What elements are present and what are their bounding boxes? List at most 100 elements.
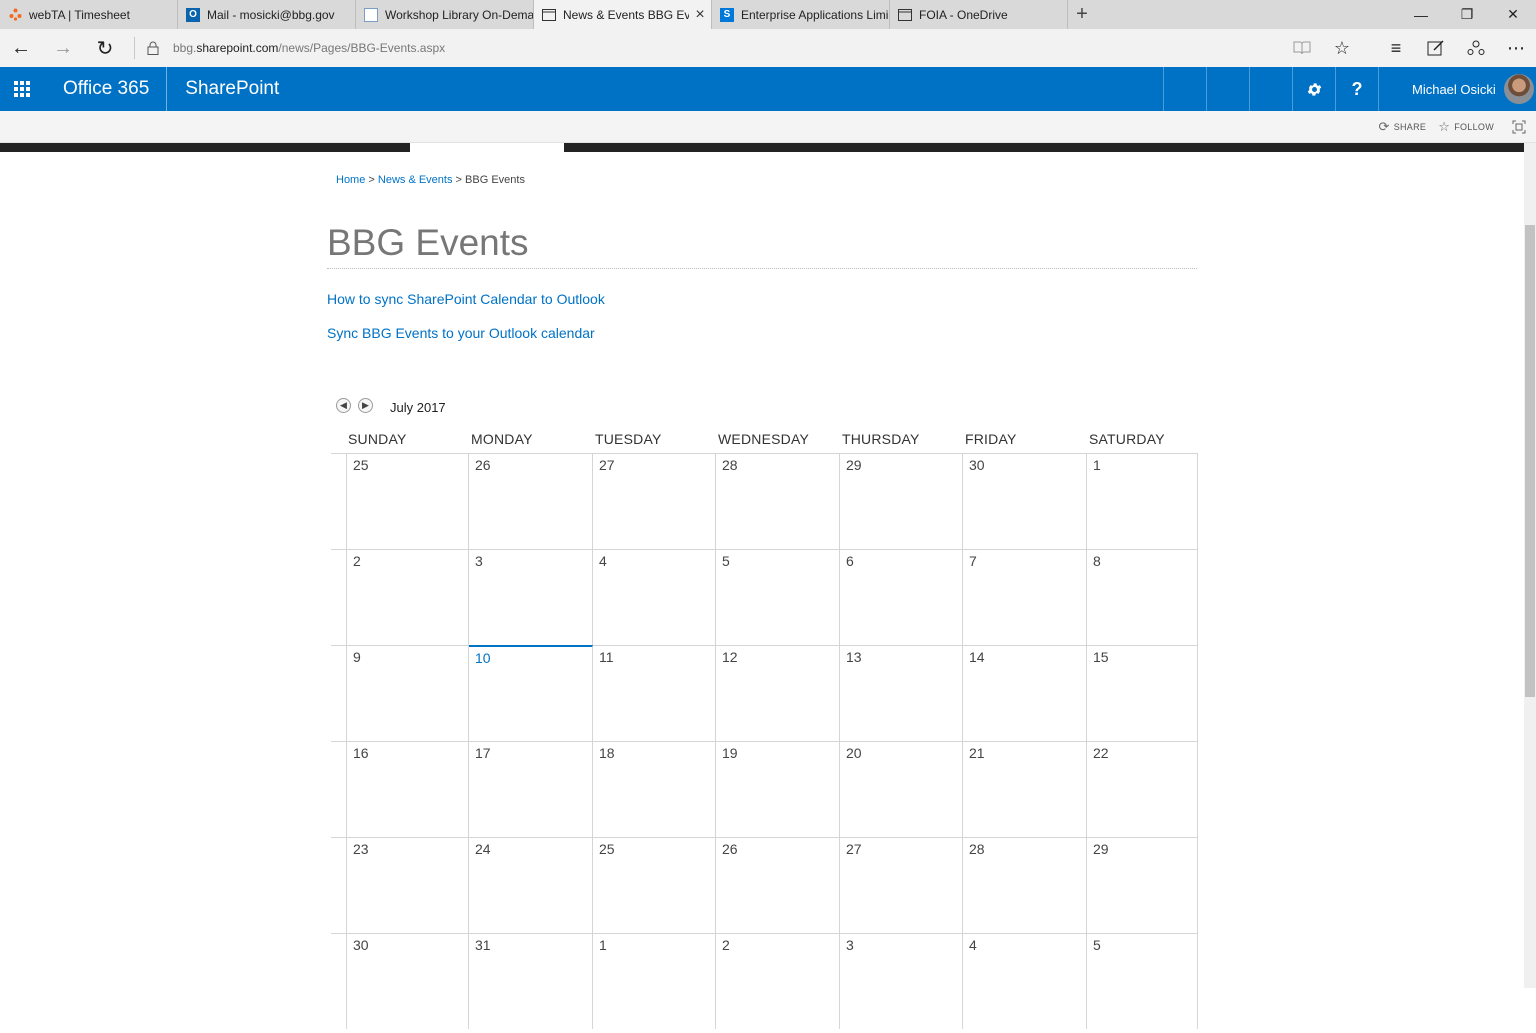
calendar-day-cell[interactable]: 28 (716, 453, 840, 549)
calendar-day-number[interactable]: 7 (969, 553, 977, 569)
calendar-day-cell[interactable]: 13 (840, 645, 963, 741)
close-window-icon[interactable]: ✕ (1490, 0, 1536, 29)
breadcrumb-news-link[interactable]: News & Events (378, 174, 453, 186)
calendar-day-number[interactable]: 21 (969, 745, 985, 761)
calendar-day-cell[interactable]: 3 (469, 549, 593, 645)
favorite-star-icon[interactable]: ☆ (1322, 29, 1362, 67)
calendar-day-cell[interactable]: 4 (593, 549, 716, 645)
share-button[interactable]: ⟳ SHARE (1379, 119, 1427, 135)
reading-view-icon[interactable] (1282, 29, 1322, 67)
calendar-day-number[interactable]: 26 (722, 841, 738, 857)
calendar-day-cell[interactable]: 2 (346, 549, 469, 645)
calendar-day-number[interactable]: 8 (1093, 553, 1101, 569)
calendar-day-number[interactable]: 27 (846, 841, 862, 857)
close-icon[interactable]: × (689, 6, 711, 24)
browser-tab-workshop[interactable]: Workshop Library On-Dema (356, 0, 534, 29)
follow-button[interactable]: ☆ FOLLOW (1438, 119, 1494, 135)
calendar-day-cell[interactable]: 19 (716, 741, 840, 837)
calendar-day-number[interactable]: 4 (599, 553, 607, 569)
calendar-day-cell[interactable]: 30 (346, 933, 469, 1029)
calendar-day-cell[interactable]: 12 (716, 645, 840, 741)
calendar-day-cell[interactable]: 14 (963, 645, 1087, 741)
browser-tab-mail[interactable]: O Mail - mosicki@bbg.gov (178, 0, 356, 29)
calendar-day-cell[interactable]: 5 (1087, 933, 1198, 1029)
calendar-day-cell[interactable]: 18 (593, 741, 716, 837)
calendar-day-number[interactable]: 19 (722, 745, 738, 761)
calendar-day-cell[interactable]: 5 (716, 549, 840, 645)
calendar-day-number[interactable]: 14 (969, 649, 985, 665)
browser-tab-enterprise[interactable]: S Enterprise Applications Limi (712, 0, 890, 29)
more-icon[interactable]: ⋯ (1496, 29, 1536, 67)
calendar-day-number[interactable]: 25 (353, 457, 369, 473)
calendar-day-number[interactable]: 2 (353, 553, 361, 569)
calendar-day-number[interactable]: 4 (969, 937, 977, 953)
calendar-day-cell[interactable]: 6 (840, 549, 963, 645)
calendar-day-number[interactable]: 3 (846, 937, 854, 953)
calendar-day-cell[interactable]: 21 (963, 741, 1087, 837)
calendar-day-cell[interactable]: 3 (840, 933, 963, 1029)
calendar-day-cell[interactable]: 17 (469, 741, 593, 837)
restore-icon[interactable]: ❐ (1444, 0, 1490, 29)
calendar-day-number[interactable]: 15 (1093, 649, 1109, 665)
share-icon[interactable] (1456, 29, 1496, 67)
calendar-day-number[interactable]: 5 (722, 553, 730, 569)
calendar-day-number[interactable]: 13 (846, 649, 862, 665)
new-tab-button[interactable]: + (1068, 0, 1096, 29)
calendar-day-cell[interactable]: 30 (963, 453, 1087, 549)
app-launcher-icon[interactable] (0, 67, 44, 111)
gear-icon[interactable] (1292, 67, 1335, 111)
scrollbar-thumb[interactable] (1525, 225, 1535, 697)
calendar-day-number[interactable]: 6 (846, 553, 854, 569)
calendar-day-number[interactable]: 22 (1093, 745, 1109, 761)
calendar-day-number[interactable]: 1 (1093, 457, 1101, 473)
refresh-icon[interactable]: ↻ (84, 29, 126, 67)
calendar-day-cell[interactable]: 29 (840, 453, 963, 549)
calendar-day-cell[interactable]: 29 (1087, 837, 1198, 933)
calendar-day-number[interactable]: 27 (599, 457, 615, 473)
minimize-icon[interactable]: — (1398, 0, 1444, 29)
calendar-day-number[interactable]: 12 (722, 649, 738, 665)
help-button[interactable]: ? (1335, 67, 1378, 111)
calendar-day-cell[interactable]: 28 (963, 837, 1087, 933)
calendar-day-number[interactable]: 30 (353, 937, 369, 953)
calendar-day-cell[interactable]: 24 (469, 837, 593, 933)
sharepoint-app-name[interactable]: SharePoint (167, 67, 1163, 111)
calendar-day-number[interactable]: 30 (969, 457, 985, 473)
calendar-day-number[interactable]: 20 (846, 745, 862, 761)
calendar-day-number[interactable]: 18 (599, 745, 615, 761)
calendar-day-number[interactable]: 28 (969, 841, 985, 857)
calendar-day-cell[interactable]: 9 (346, 645, 469, 741)
calendar-day-cell[interactable]: 23 (346, 837, 469, 933)
calendar-day-cell[interactable]: 2 (716, 933, 840, 1029)
calendar-day-cell[interactable]: 25 (593, 837, 716, 933)
office-365-brand[interactable]: Office 365 (44, 67, 168, 111)
calendar-day-number[interactable]: 2 (722, 937, 730, 953)
calendar-day-number[interactable]: 16 (353, 745, 369, 761)
calendar-day-cell[interactable]: 26 (716, 837, 840, 933)
calendar-day-cell[interactable]: 25 (346, 453, 469, 549)
calendar-day-number[interactable]: 25 (599, 841, 615, 857)
calendar-day-cell[interactable]: 22 (1087, 741, 1198, 837)
calendar-day-cell[interactable]: 1 (593, 933, 716, 1029)
browser-tab-foia[interactable]: FOIA - OneDrive (890, 0, 1068, 29)
calendar-day-number[interactable]: 24 (475, 841, 491, 857)
calendar-day-cell-today[interactable]: 10 (469, 645, 593, 741)
back-icon[interactable]: ← (0, 29, 42, 67)
calendar-day-number[interactable]: 10 (475, 650, 491, 666)
calendar-day-cell[interactable]: 4 (963, 933, 1087, 1029)
calendar-day-number[interactable]: 3 (475, 553, 483, 569)
calendar-day-cell[interactable]: 1 (1087, 453, 1198, 549)
calendar-day-number[interactable]: 1 (599, 937, 607, 953)
calendar-day-number[interactable]: 28 (722, 457, 738, 473)
calendar-day-cell[interactable]: 27 (593, 453, 716, 549)
calendar-day-cell[interactable]: 7 (963, 549, 1087, 645)
calendar-day-cell[interactable]: 20 (840, 741, 963, 837)
calendar-day-cell[interactable]: 15 (1087, 645, 1198, 741)
calendar-day-number[interactable]: 5 (1093, 937, 1101, 953)
calendar-day-number[interactable]: 17 (475, 745, 491, 761)
calendar-day-cell[interactable]: 8 (1087, 549, 1198, 645)
calendar-day-cell[interactable]: 16 (346, 741, 469, 837)
calendar-day-number[interactable]: 29 (846, 457, 862, 473)
focus-mode-icon[interactable] (1512, 120, 1526, 134)
calendar-day-number[interactable]: 26 (475, 457, 491, 473)
